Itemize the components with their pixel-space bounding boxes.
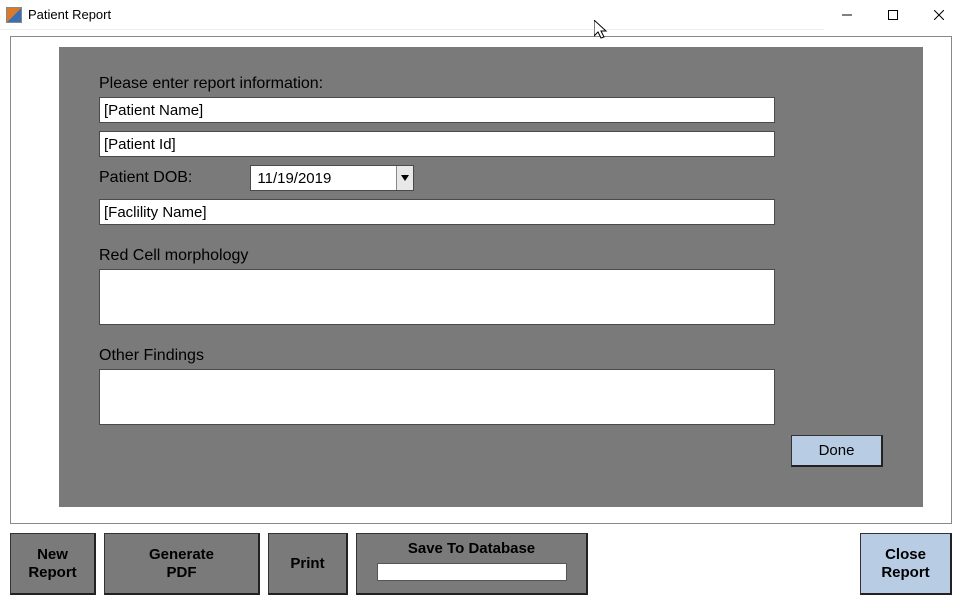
save-to-database-label: Save To Database: [408, 540, 535, 557]
dob-datepicker[interactable]: [250, 165, 414, 191]
form-header-label: Please enter report information:: [99, 75, 883, 93]
new-report-button[interactable]: NewReport: [10, 533, 96, 595]
titlebar: Patient Report: [0, 0, 962, 30]
save-progress-bar: [377, 563, 567, 581]
close-window-button[interactable]: [916, 0, 962, 30]
generate-pdf-button[interactable]: GeneratePDF: [104, 533, 260, 595]
print-button[interactable]: Print: [268, 533, 348, 595]
content-frame: Please enter report information: Patient…: [10, 36, 952, 524]
window-title: Patient Report: [28, 7, 111, 22]
done-button[interactable]: Done: [791, 435, 883, 467]
save-to-database-button[interactable]: Save To Database: [356, 533, 588, 595]
other-findings-label: Other Findings: [99, 347, 883, 365]
patient-id-input[interactable]: [99, 131, 775, 157]
window-controls: [824, 0, 962, 29]
facility-name-input[interactable]: [99, 199, 775, 225]
red-cell-label: Red Cell morphology: [99, 247, 883, 265]
patient-name-input[interactable]: [99, 97, 775, 123]
app-icon: [6, 7, 22, 23]
dob-label: Patient DOB:: [99, 169, 192, 187]
dob-row: Patient DOB:: [99, 165, 883, 191]
dob-dropdown-button[interactable]: [396, 166, 414, 190]
bottom-toolbar: NewReport GeneratePDF Print Save To Data…: [10, 533, 952, 595]
toolbar-spacer: [596, 533, 852, 595]
maximize-button[interactable]: [870, 0, 916, 30]
red-cell-input[interactable]: [99, 269, 775, 325]
close-report-button[interactable]: CloseReport: [860, 533, 952, 595]
form-panel: Please enter report information: Patient…: [59, 47, 923, 507]
other-findings-input[interactable]: [99, 369, 775, 425]
dob-value-input[interactable]: [251, 166, 395, 190]
chevron-down-icon: [401, 175, 409, 181]
minimize-button[interactable]: [824, 0, 870, 30]
done-row: Done: [99, 435, 883, 467]
